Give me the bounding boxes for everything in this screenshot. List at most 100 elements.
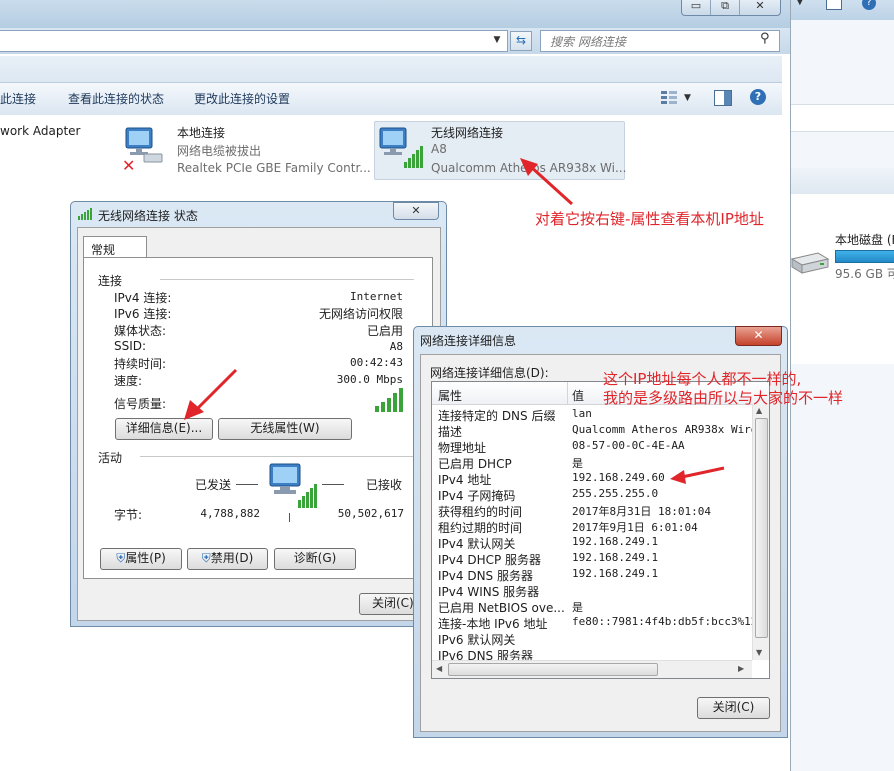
chevron-down-icon[interactable]: ▼ (796, 0, 804, 7)
diagnose-button[interactable]: 诊断(G) (274, 548, 356, 570)
details-close-button[interactable]: 关闭(C) (697, 697, 770, 719)
table-row[interactable]: 租约过期的时间 2017年9月1日 6:01:04 (432, 519, 752, 535)
activity-divider (289, 513, 290, 522)
address-input[interactable] (0, 30, 508, 52)
divider (140, 456, 414, 457)
help-icon[interactable]: ? (750, 89, 766, 105)
table-row[interactable]: 连接-本地 IPv6 地址 fe80::7981:4f4b:db5f:bcc3%1… (432, 615, 752, 631)
table-row[interactable]: IPv4 DNS 服务器 192.168.249.1 (432, 567, 752, 583)
preview-pane-icon[interactable] (826, 0, 842, 10)
bytes-sent: 4,788,882 (200, 507, 260, 520)
details-rows: 连接特定的 DNS 后缀 lan 描述 Qualcomm Atheros AR938x… (432, 407, 752, 677)
column-header-value[interactable]: 值 (572, 387, 584, 404)
vertical-scroll-thumb[interactable] (755, 418, 768, 638)
ipv4-value: Internet (350, 290, 403, 303)
preview-pane-icon[interactable] (714, 90, 732, 106)
annotation-ip-note-line2: 我的是多级路由所以与大家的不一样 (603, 389, 844, 407)
scroll-right-icon[interactable]: ▶ (738, 664, 744, 673)
sent-line (236, 484, 258, 485)
table-row[interactable]: 连接特定的 DNS 后缀 lan (432, 407, 752, 423)
disk-usage-bar (835, 250, 894, 263)
row-property: 获得租约的时间 (438, 505, 523, 519)
toolbar-item-view-status[interactable]: 查看此连接的状态 (68, 90, 164, 107)
bytes-label: 字节: (114, 508, 143, 522)
maximize-icon[interactable]: ⧉ (711, 0, 740, 15)
table-row[interactable]: 获得租约的时间 2017年8月31日 18:01:04 (432, 503, 752, 519)
row-value: 192.168.249.60 (572, 471, 665, 484)
status-dialog-close-icon[interactable]: ✕ (393, 202, 439, 220)
row-property: IPv4 子网掩码 (438, 489, 516, 503)
wireless-connection-name[interactable]: 无线网络连接 (431, 124, 503, 141)
row-value: 是 (572, 457, 583, 470)
disk-size: 95.6 GB 可 (835, 267, 894, 281)
minimize-icon[interactable]: ▭ (682, 0, 711, 15)
horizontal-scrollbar[interactable]: ◀ ▶ (432, 660, 752, 678)
refresh-icon[interactable]: ⇆ (510, 31, 532, 51)
adapter-label-truncated[interactable]: work Adapter (0, 124, 80, 138)
row-value: 2017年8月31日 18:01:04 (572, 505, 711, 518)
row-value: 2017年9月1日 6:01:04 (572, 521, 698, 534)
media-state-label: 媒体状态: (114, 324, 167, 338)
ipv6-value: 无网络访问权限 (318, 307, 403, 321)
duration-value: 00:42:43 (350, 356, 403, 369)
local-connection-name[interactable]: 本地连接 (177, 124, 225, 141)
column-header-property[interactable]: 属性 (438, 387, 462, 404)
properties-button[interactable]: ⛨属性(P) (100, 548, 182, 570)
media-state-value: 已启用 (366, 324, 403, 338)
row-property: 已启用 NetBIOS ove... (438, 601, 565, 615)
shield-icon: ⛨ (201, 551, 211, 565)
details-list[interactable]: 属性 值 连接特定的 DNS 后缀 lan 描述 Qualcomm Atheros A… (431, 381, 770, 679)
right-window-titlebar (791, 0, 894, 20)
row-property: IPv4 DHCP 服务器 (438, 553, 542, 567)
wireless-connection-icon[interactable] (378, 124, 428, 174)
view-options-icon[interactable] (660, 89, 678, 105)
table-row[interactable]: IPv6 默认网关 (432, 631, 752, 647)
arrow-annotation-2 (670, 466, 725, 484)
annotation-right-click: 对着它按右键-属性查看本机IP地址 (535, 210, 764, 228)
toolbar-item-connect[interactable]: 此连接 (0, 90, 36, 107)
row-value: 255.255.255.0 (572, 487, 659, 500)
table-row[interactable]: IPv4 DHCP 服务器 192.168.249.1 (432, 551, 752, 567)
details-dialog-title: 网络连接详细信息 (420, 334, 517, 348)
speed-label: 速度: (114, 374, 143, 388)
details-dialog-close-icon[interactable]: ✕ (735, 326, 782, 346)
tab-general[interactable]: 常规 (83, 236, 147, 259)
speed-value: 300.0 Mbps (336, 373, 403, 386)
row-property: IPv4 DNS 服务器 (438, 569, 533, 583)
table-row[interactable]: 已启用 NetBIOS ove... 是 (432, 599, 752, 615)
hard-drive-icon[interactable] (788, 243, 830, 277)
chevron-down-icon[interactable]: ▼ (684, 93, 691, 103)
table-row[interactable]: 物理地址 08-57-00-0C-4E-AA (432, 439, 752, 455)
ssid-label: SSID: (114, 339, 147, 353)
ssid-value: A8 (389, 340, 403, 353)
chevron-down-icon[interactable]: ▼ (490, 32, 504, 48)
status-dialog-title: 无线网络连接 状态 (98, 209, 198, 223)
annotation-ip-note-line1: 这个IP地址每个人都不一样的, (603, 370, 802, 388)
table-row[interactable]: IPv4 WINS 服务器 (432, 583, 752, 599)
disable-button[interactable]: ⛨禁用(D) (187, 548, 268, 570)
close-icon[interactable]: ✕ (740, 0, 780, 15)
toolbar-item-change-settings[interactable]: 更改此连接的设置 (194, 90, 290, 107)
row-value: Qualcomm Atheros AR938x Wirele (572, 423, 752, 436)
details-list-label: 网络连接详细信息(D): (430, 366, 549, 380)
local-connection-device: Realtek PCIe GBE Family Contr... (177, 161, 371, 175)
column-divider[interactable] (567, 382, 568, 404)
row-value: 08-57-00-0C-4E-AA (572, 439, 685, 452)
disk-label[interactable]: 本地磁盘 (F (835, 231, 894, 248)
local-connection-status: 网络电缆被拔出 (177, 144, 262, 158)
row-value: 192.168.249.1 (572, 551, 659, 564)
horizontal-scroll-thumb[interactable] (448, 663, 658, 676)
table-row[interactable]: IPv4 子网掩码 255.255.255.0 (432, 487, 752, 503)
vertical-scrollbar[interactable]: ▲ ▼ (752, 404, 769, 660)
scroll-down-icon[interactable]: ▼ (756, 648, 762, 657)
table-row[interactable]: IPv4 默认网关 192.168.249.1 (432, 535, 752, 551)
divider (160, 279, 414, 280)
arrow-annotation-1 (520, 158, 574, 206)
scroll-left-icon[interactable]: ◀ (436, 664, 442, 673)
row-property: IPv6 默认网关 (438, 633, 516, 647)
table-row[interactable]: 描述 Qualcomm Atheros AR938x Wirele (432, 423, 752, 439)
search-placeholder: 搜索 网络连接 (550, 35, 626, 49)
sent-label: 已发送 (195, 478, 232, 492)
wifi-signal-icon (78, 208, 94, 220)
search-icon[interactable]: ⚲ (760, 31, 770, 46)
